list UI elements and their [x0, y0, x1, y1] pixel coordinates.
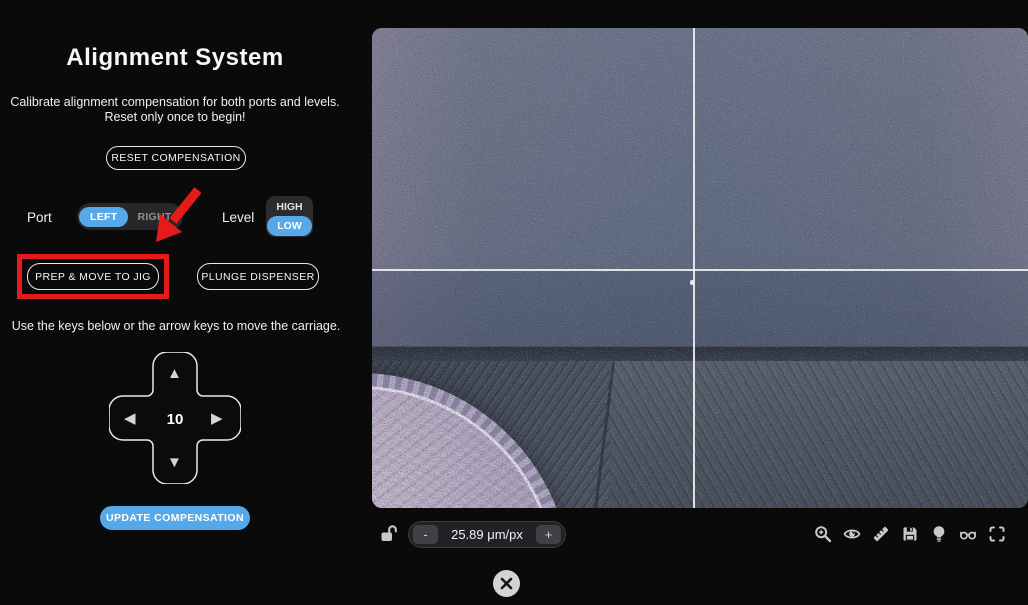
port-option-left[interactable]: LEFT [79, 207, 128, 227]
fullscreen-icon[interactable] [988, 525, 1006, 543]
close-icon[interactable] [493, 570, 520, 597]
eye-icon[interactable] [843, 525, 861, 543]
move-hint-text: Use the keys below or the arrow keys to … [0, 319, 352, 333]
crosshair-horizontal-line [372, 269, 1028, 271]
level-option-low[interactable]: LOW [267, 216, 312, 236]
crosshair-vertical-line [693, 28, 695, 508]
debris-speck [690, 280, 694, 285]
level-toggle: HIGH LOW [266, 196, 313, 237]
scale-increase-button[interactable]: + [536, 525, 561, 544]
port-label: Port [27, 210, 52, 225]
description: Calibrate alignment compensation for bot… [5, 95, 345, 125]
plunge-dispenser-button[interactable]: PLUNGE DISPENSER [197, 263, 319, 290]
camera-toolbar [814, 525, 1006, 543]
level-option-high[interactable]: HIGH [267, 197, 312, 216]
dpad-step-value: 10 [109, 411, 241, 428]
level-label: Level [222, 210, 254, 225]
zoom-in-icon[interactable] [814, 525, 832, 543]
dpad-control: ▲ ▼ ◀ ▶ 10 [109, 352, 241, 484]
alignment-system-page: Alignment System Calibrate alignment com… [0, 0, 1028, 605]
dpad-up-icon[interactable]: ▲ [167, 366, 182, 381]
description-line2: Reset only once to begin! [104, 110, 245, 124]
camera-noise [372, 28, 1028, 508]
prep-move-to-jig-button[interactable]: PREP & MOVE TO JIG [27, 263, 159, 290]
update-compensation-button[interactable]: UPDATE COMPENSATION [100, 506, 250, 530]
ruler-icon[interactable] [872, 525, 890, 543]
reset-compensation-button[interactable]: RESET COMPENSATION [106, 146, 246, 170]
lightbulb-icon[interactable] [930, 525, 948, 543]
annotation-arrow-icon [146, 186, 206, 254]
unlock-icon[interactable] [379, 524, 399, 544]
description-line1: Calibrate alignment compensation for bot… [10, 95, 339, 109]
page-title: Alignment System [0, 44, 350, 72]
scale-value: 25.89 μm/px [438, 527, 536, 542]
scale-decrease-button[interactable]: - [413, 525, 438, 544]
dpad-down-icon[interactable]: ▼ [167, 455, 182, 470]
camera-view[interactable] [372, 28, 1028, 508]
glasses-icon[interactable] [959, 525, 977, 543]
scale-control: - 25.89 μm/px + [408, 521, 566, 548]
save-icon[interactable] [901, 525, 919, 543]
